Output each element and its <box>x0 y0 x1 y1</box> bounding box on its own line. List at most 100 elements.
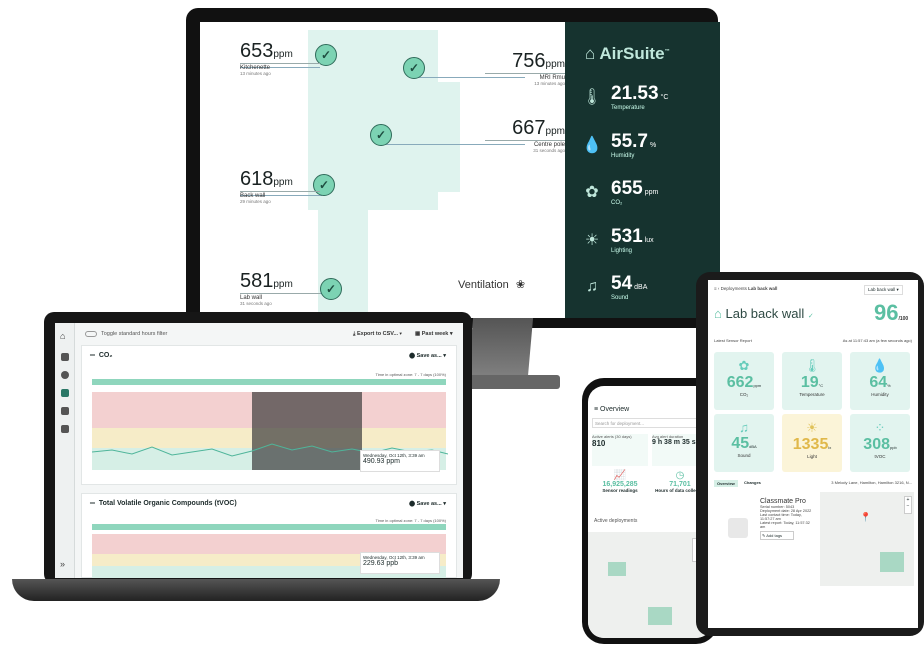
tile-value: 662 <box>726 374 754 391</box>
breadcrumb-link[interactable]: Deployments <box>721 286 747 291</box>
airsuite-logo-icon: ⌂ <box>714 306 722 321</box>
tvoc-save-button[interactable]: ⬤ Save as... ▾ <box>409 501 446 507</box>
add-tags-button[interactable]: ✎ Add tags <box>760 531 794 540</box>
humidity-icon: 💧 <box>871 358 889 373</box>
park-area <box>608 562 626 576</box>
co2-save-button[interactable]: ⬤ Save as... ▾ <box>409 353 446 359</box>
tile-light[interactable]: ☀ 1335lx Light <box>782 414 842 472</box>
sensor-name: Centre pole <box>485 140 565 148</box>
drag-handle-icon[interactable]: ═ <box>90 500 95 507</box>
sensor-label-backwall[interactable]: 618ppm Back wall 29 minutes ago <box>240 168 320 204</box>
device-name: Classmate Pro <box>760 498 806 505</box>
airsuite-panel: ⌂ AirSuite™ 🌡 21.53 °C Temperature 💧 55.7%… <box>565 22 720 318</box>
lighting-icon: ☀ <box>584 232 600 249</box>
range-label: Past week <box>421 331 449 337</box>
laptop-screen: ⌂ » Toggle standard hours filter ⤓ Expor… <box>55 323 463 578</box>
score-value: 96 <box>874 300 899 325</box>
laptop-base <box>12 579 500 601</box>
address-text: 3 Melody Lane, Hamilton, Hamilton 3216, … <box>831 480 912 485</box>
co2-icon: ✿ <box>738 358 750 373</box>
sensor-unit: ppm <box>545 59 565 70</box>
tile-value: 45 <box>731 435 750 452</box>
toggle-switch-icon[interactable] <box>85 331 97 337</box>
tile-sound[interactable]: ♫ 45dBA Sound <box>714 414 774 472</box>
readings-value: 16,925,285 <box>602 481 638 488</box>
tvoc-chart-header: ═ Total Volatile Organic Compounds (tVOC… <box>90 500 237 507</box>
deployment-title: ⌂ Lab back wall ✓ <box>714 306 814 321</box>
alerts-icon[interactable] <box>61 371 69 379</box>
save-label: Save as... <box>416 353 442 359</box>
location-map[interactable]: 📍 + − <box>820 492 914 586</box>
menu-icon[interactable]: ≡ <box>714 286 717 291</box>
readings-label: Sensor readings <box>602 488 638 493</box>
tvoc-chart-card: ═ Total Volatile Organic Compounds (tVOC… <box>81 493 457 578</box>
optimal-zone-text: Time in optimal zone: 7 - 7 days (100%) <box>375 372 446 377</box>
home-logo-icon[interactable]: ⌂ <box>60 331 65 341</box>
tab-changes[interactable]: Changes <box>744 480 761 485</box>
tile-unit: % <box>887 383 891 388</box>
sensor-name: MRI Rmu <box>485 73 565 81</box>
reading-value: 21.53 <box>611 83 659 104</box>
reading-row: ✿ 655 ppm CO₂ <box>573 172 713 212</box>
sensor-ago: 13 minutes ago <box>534 81 565 86</box>
ventilation-text: Ventilation <box>458 279 509 291</box>
home-logo-icon: ⌂ <box>585 44 596 63</box>
device-last-contact: Last contact time: Today, 11:57:27 am <box>760 513 802 521</box>
verified-icon: ✓ <box>807 313 814 320</box>
range-select[interactable]: ▦ Past week ▾ <box>415 331 453 337</box>
hours-toggle[interactable]: Toggle standard hours filter <box>85 331 167 337</box>
devices-icon[interactable] <box>61 353 69 361</box>
expand-icon[interactable]: » <box>60 559 65 569</box>
sensor-ago: 29 minutes ago <box>240 199 271 204</box>
sensor-value: 581 <box>240 270 274 292</box>
tooltip-value: 490.93 ppm <box>363 458 400 465</box>
team-icon[interactable] <box>61 407 69 415</box>
tile-value: 64 <box>869 374 888 391</box>
map-pin-icon: 📍 <box>860 512 872 522</box>
tile-temperature[interactable]: 🌡 19°C Temperature <box>782 352 842 410</box>
tvoc-chart-title: Total Volatile Organic Compounds (tVOC) <box>98 500 237 507</box>
charts-icon[interactable] <box>61 389 69 397</box>
check-icon[interactable]: ✓ <box>370 124 392 146</box>
sensor-label-labwall[interactable]: 581ppm Lab wall 31 seconds ago <box>240 270 320 306</box>
chart-tooltip: Wednesday, Oct 12th, 3:39 am 229.63 ppb <box>360 552 440 574</box>
reading-label: Temperature <box>611 105 645 111</box>
save-label: Save as... <box>416 501 442 507</box>
reports-icon[interactable] <box>61 425 69 433</box>
floor-room <box>430 82 460 192</box>
sensor-unit: ppm <box>273 177 293 188</box>
check-icon[interactable]: ✓ <box>403 57 425 79</box>
sensor-label-centre[interactable]: 667ppm Centre pole 31 seconds ago <box>485 117 565 153</box>
reading-unit: ppm <box>644 189 659 196</box>
tile-label: Temperature <box>799 392 825 397</box>
deployment-search-input[interactable]: Search for deployment... <box>592 418 708 428</box>
menu-icon[interactable]: ≡ <box>594 406 598 413</box>
phone-title: Overview <box>600 406 630 413</box>
device-image <box>728 518 748 538</box>
select-value: Lab back wall <box>868 287 896 292</box>
sensor-label-kitchenette[interactable]: 653ppm Kitchenette 13 minutes ago <box>240 40 320 76</box>
ventilation-label[interactable]: Ventilation ❀ <box>458 278 525 291</box>
tile-humidity[interactable]: 💧 64% Humidity <box>850 352 910 410</box>
tab-overview[interactable]: Overview <box>714 480 738 487</box>
deployment-select[interactable]: Lab back wall ▾ <box>864 285 903 295</box>
sensor-ago: 31 seconds ago <box>240 301 272 306</box>
active-deployments-label: Active deployments <box>594 518 638 524</box>
tile-tvoc[interactable]: ⁘ 308ppb tVOC <box>850 414 910 472</box>
sensor-value: 653 <box>240 40 274 62</box>
tvoc-icon: ⁘ <box>874 420 886 435</box>
tile-label: Light <box>807 454 817 459</box>
zoom-controls[interactable]: +− <box>904 496 912 514</box>
reading-unit: lux <box>644 237 654 244</box>
check-icon[interactable]: ✓ <box>320 278 342 300</box>
fan-icon: ❀ <box>515 279 526 291</box>
sensor-label-mri[interactable]: 756ppm MRI Rmu 13 minutes ago <box>485 50 565 86</box>
drag-handle-icon[interactable]: ═ <box>90 352 95 359</box>
chart-tooltip: Wednesday, Oct 12th, 3:39 am 490.93 ppm <box>360 450 440 472</box>
sensor-name: Lab wall <box>240 293 320 301</box>
sensor-unit: ppm <box>273 279 293 290</box>
export-csv-button[interactable]: ⤓ Export to CSV... ▾ <box>353 331 402 338</box>
tile-co2[interactable]: ✿ 662ppm CO₂ <box>714 352 774 410</box>
alerts-card[interactable]: Active alerts (30 days) 810 <box>592 434 648 466</box>
deployments-map[interactable]: +− <box>588 532 712 638</box>
